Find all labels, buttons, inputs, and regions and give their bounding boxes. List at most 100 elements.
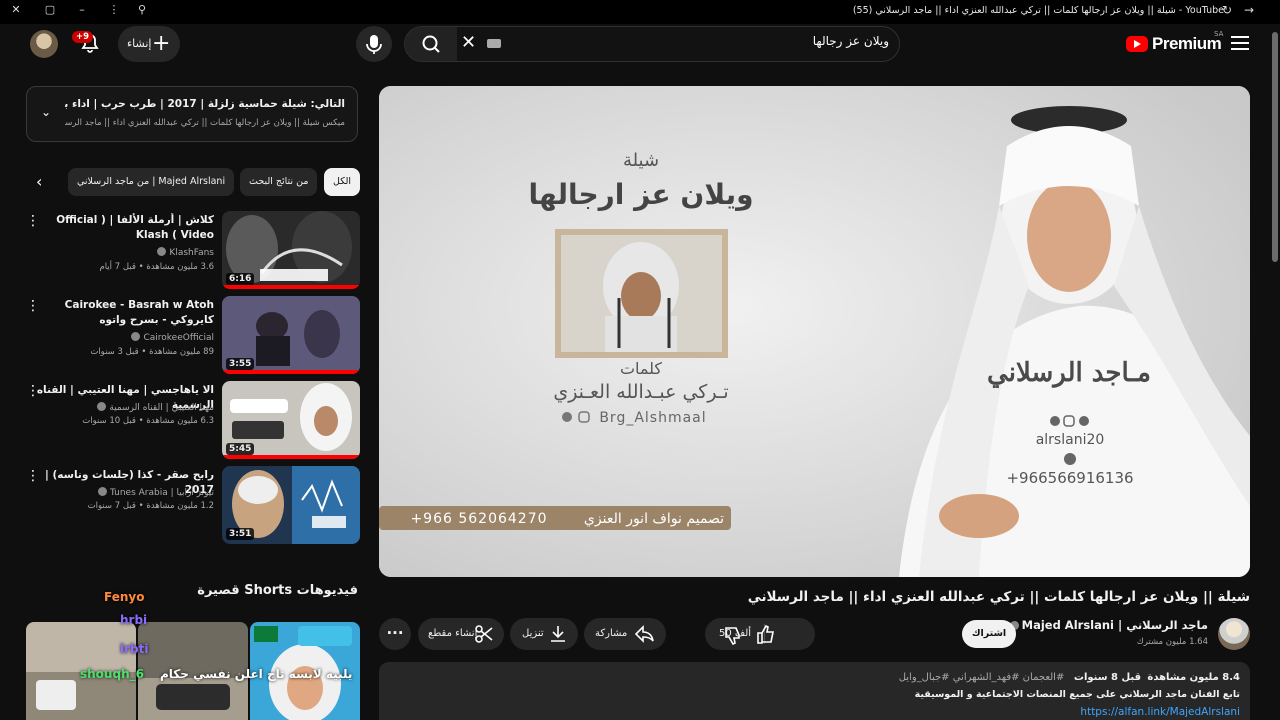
chat-overlay-text: shouqh_6 xyxy=(80,667,144,681)
reload-icon[interactable]: ↻ xyxy=(1222,3,1232,17)
logo-text: Premium xyxy=(1152,34,1222,53)
share-label: مشاركة xyxy=(595,628,628,639)
clip-button[interactable]: إنشاء مقطع xyxy=(418,618,504,650)
like-count-text: 50 ألف xyxy=(719,628,752,639)
guide-menu-button[interactable] xyxy=(1228,32,1252,56)
microphone-icon xyxy=(366,35,382,54)
channel-name[interactable]: ماجد الرسلاني | Majed Alrslani xyxy=(1007,618,1208,632)
rec-channel: تيونز أرابيا | Tunes Arabia xyxy=(95,487,214,498)
forward-icon[interactable]: → xyxy=(1244,3,1254,17)
rec-thumbnail[interactable]: 6:16 xyxy=(222,211,360,289)
rec-meta: 89 مليون مشاهدة • قبل 3 سنوات xyxy=(90,347,214,357)
download-label: تنزيل xyxy=(522,628,544,639)
chip-from-results[interactable]: من نتائج البحث xyxy=(240,168,318,196)
masthead: +9 إنشاء + ✕ Premium SA xyxy=(0,24,1280,64)
recommendation-item[interactable]: ⋮ Cairokee - Basrah w Atoh كايروكي - بسر… xyxy=(26,296,360,374)
art-singer-handle: alrslani20 xyxy=(1036,432,1105,448)
share-button[interactable]: مشاركة xyxy=(584,618,666,650)
art-lyricist: تـركي عبـدالله العـنزي xyxy=(553,381,728,403)
recommendation-item[interactable]: ⋮ رابح صقر - كذا (جلسات وناسه) | 2017 تي… xyxy=(26,466,360,544)
video-player[interactable]: شيلة ويلان عز ارجالها كلمات تـركي عبـدال… xyxy=(379,86,1250,577)
subscribe-button[interactable]: اشتراك xyxy=(962,620,1016,648)
art-singer-phone: +966566916136 xyxy=(1006,469,1133,487)
scrollbar-thumb[interactable] xyxy=(1272,32,1278,262)
description-text: تابع الفنان ماجد الرسلاني على جميع المنص… xyxy=(914,689,1240,700)
search-input[interactable] xyxy=(509,34,889,48)
snapchat-icon xyxy=(1050,416,1060,426)
art-genre: شيلة xyxy=(623,150,659,171)
search-button[interactable] xyxy=(405,27,457,61)
account-avatar[interactable] xyxy=(30,30,58,58)
clip-label: إنشاء مقطع xyxy=(428,628,478,639)
whatsapp-icon xyxy=(1064,453,1076,465)
rec-meta: 1.2 مليون مشاهدة • قبل 7 سنوات xyxy=(87,501,214,511)
notification-count-badge: +9 xyxy=(72,31,94,43)
rec-meta: 3.6 مليون مشاهدة • قبل 7 أيام xyxy=(99,262,214,272)
art-lyrics-label: كلمات xyxy=(620,359,662,378)
upload-age: قبل 8 سنوات xyxy=(1073,672,1142,683)
description-box[interactable]: 8.4 مليون مشاهدة قبل 8 سنوات #العجمان #ف… xyxy=(379,662,1250,720)
verified-icon xyxy=(131,332,141,341)
create-button[interactable]: إنشاء + xyxy=(118,26,180,62)
thumbs-up-icon xyxy=(757,625,774,644)
youtube-play-icon xyxy=(1126,36,1148,52)
chat-overlay-text: Fenyo xyxy=(104,590,145,604)
art-song-title: ويلان عز ارجالها xyxy=(528,178,753,211)
chat-overlay-text: hrbi xyxy=(120,613,148,627)
more-options-icon[interactable]: ⋮ xyxy=(26,213,40,229)
download-button[interactable]: تنزيل xyxy=(510,618,578,650)
playlist-panel[interactable]: ⌄ التالي: شيلة حماسية زلزلة | 2017 | طرب… xyxy=(26,86,358,142)
channel-name-text: ماجد الرسلاني | Majed Alrslani xyxy=(1021,618,1208,632)
more-actions-button[interactable]: ··· xyxy=(379,618,411,650)
channel-avatar[interactable] xyxy=(1218,618,1250,650)
video-frame: شيلة ويلان عز ارجالها كلمات تـركي عبـدال… xyxy=(379,86,1250,577)
rec-channel-name: CairokeeOfficial xyxy=(143,333,214,343)
scissors-icon xyxy=(475,625,493,643)
chip-all[interactable]: الكل xyxy=(324,168,360,196)
create-label: إنشاء xyxy=(127,37,152,50)
more-options-icon[interactable]: ⋮ xyxy=(26,298,40,314)
youtube-premium-logo[interactable]: Premium SA xyxy=(1126,30,1226,55)
duration-badge: 3:55 xyxy=(226,358,255,370)
minimize-window-icon[interactable]: – xyxy=(74,3,90,16)
duration-badge: 5:45 xyxy=(226,443,255,455)
rec-meta: 6.3 مليون مشاهدة • قبل 10 سنوات xyxy=(82,416,214,426)
twitter-icon xyxy=(562,412,572,422)
verified-icon xyxy=(97,402,107,411)
rec-title[interactable]: كلاش | أرملة الألفا | ( Official Video )… xyxy=(36,213,214,243)
duration-badge: 6:16 xyxy=(226,273,255,285)
chevron-down-icon[interactable]: ⌄ xyxy=(41,105,51,119)
verified-icon xyxy=(157,247,167,256)
subscriber-count: 1.64 مليون مشترك xyxy=(1136,637,1208,647)
browser-menu-icon[interactable]: ⋮ xyxy=(106,3,122,16)
chip-from-channel[interactable]: من ماجد الرسلاني | Majed Alrslani xyxy=(68,168,235,196)
shorts-heading: فيديوهات Shorts قصيرة xyxy=(197,583,358,598)
rec-thumbnail[interactable]: 5:45 xyxy=(222,381,360,459)
recommendation-item[interactable]: ⋮ الا ياهاجسي | مهنا العتيبي | القناه ال… xyxy=(26,381,360,459)
duration-badge: 3:51 xyxy=(226,528,255,540)
clear-search-icon[interactable]: ✕ xyxy=(461,32,476,53)
art-singer: مـاجد الرسلاني xyxy=(987,358,1151,388)
rec-channel: CairokeeOfficial xyxy=(128,332,214,343)
close-window-icon[interactable]: ✕ xyxy=(8,3,24,16)
maximize-window-icon[interactable]: ▢ xyxy=(42,3,58,16)
hashtags[interactable]: #العجمان #فهد_الشهراني #جبال_وايل xyxy=(899,672,1065,683)
recommendation-item[interactable]: ⋮ كلاش | أرملة الألفا | ( Official Video… xyxy=(26,211,360,289)
art-design-credit: تصميم نواف انور العنزي xyxy=(584,511,724,527)
description-link[interactable]: https://alfan.link/MajedAlrslani xyxy=(1080,706,1240,718)
download-icon xyxy=(551,626,565,642)
country-code: SA xyxy=(1214,30,1224,38)
rec-channel-name: مهنا العتيبي | القناه الرسمية xyxy=(109,403,214,413)
view-count: 8.4 مليون مشاهدة xyxy=(1147,672,1240,683)
rec-thumbnail[interactable]: 3:51 xyxy=(222,466,360,544)
more-options-icon[interactable]: ⋮ xyxy=(26,383,40,399)
page-scrollbar[interactable] xyxy=(1270,24,1280,720)
rec-thumbnail[interactable]: 3:55 xyxy=(222,296,360,374)
voice-search-button[interactable] xyxy=(356,26,392,62)
extension-icon[interactable]: ⚲ xyxy=(134,3,150,16)
rec-title[interactable]: Cairokee - Basrah w Atoh كايروكي - بسرح … xyxy=(36,298,214,328)
more-options-icon[interactable]: ⋮ xyxy=(26,468,40,484)
keyboard-icon[interactable] xyxy=(487,39,501,48)
verified-icon xyxy=(98,487,107,496)
chevron-left-icon[interactable]: ‹ xyxy=(36,172,42,191)
